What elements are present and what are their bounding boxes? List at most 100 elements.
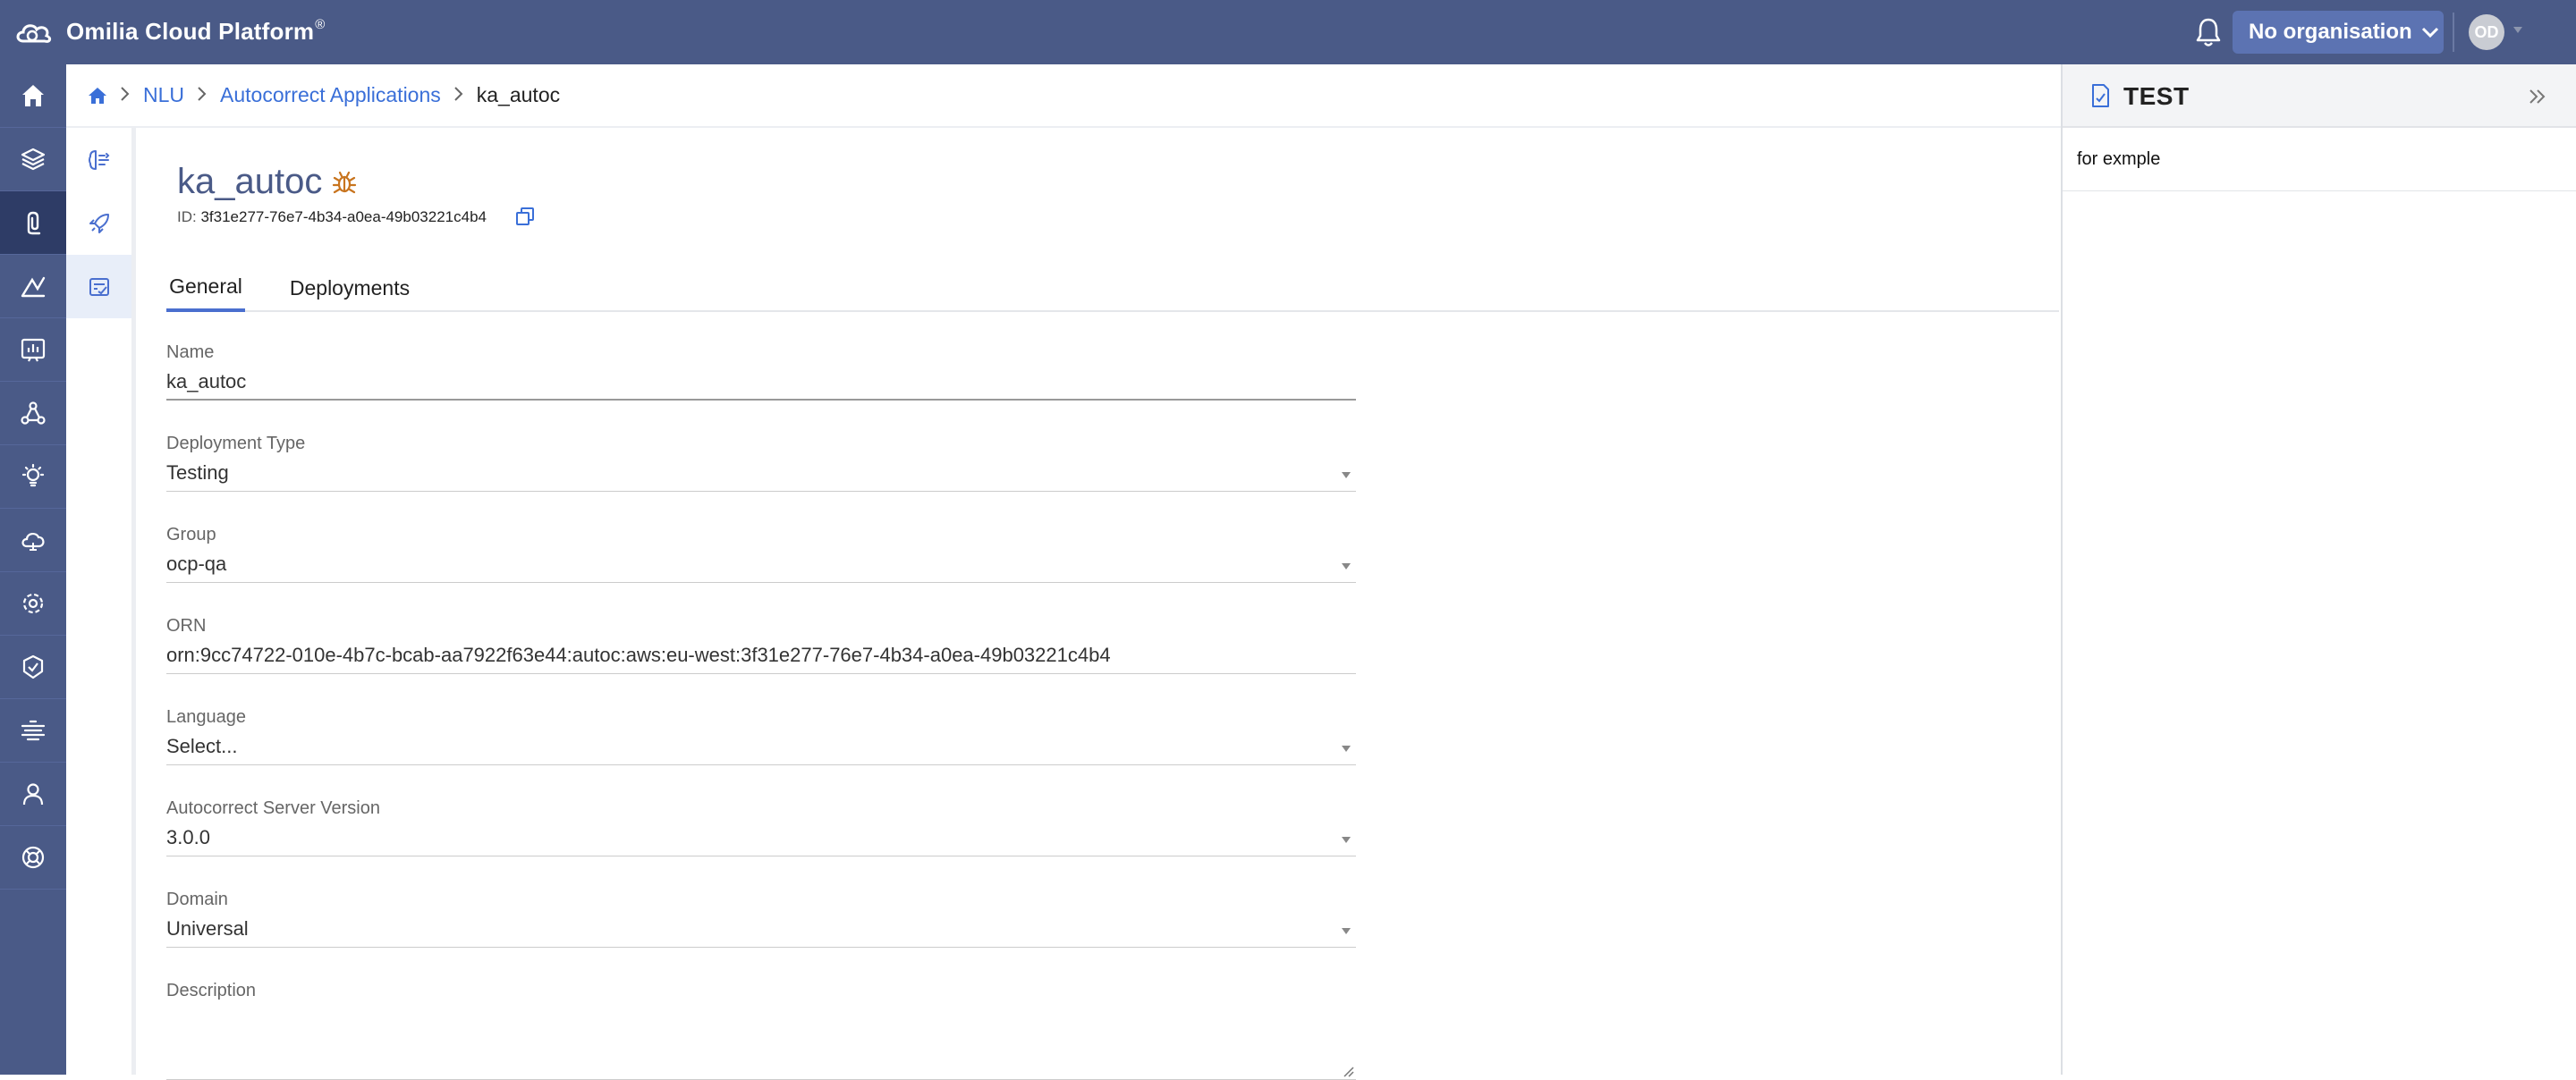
- domain-field: Domain Universal: [166, 890, 1356, 948]
- test-document-icon: [2092, 84, 2109, 107]
- dropdown-caret-icon: [1342, 472, 1351, 478]
- group-select[interactable]: ocp-qa: [166, 553, 1356, 583]
- subnav-item-deployments[interactable]: [66, 191, 131, 255]
- support-icon: [21, 846, 45, 869]
- top-bar: Omilia Cloud Platform® No organisation O…: [0, 0, 2576, 64]
- autocorrect-icon: [89, 277, 109, 296]
- name-input[interactable]: ka_autoc: [166, 370, 1356, 401]
- sidebar-item-nlu[interactable]: [0, 191, 66, 255]
- sidebar-item-user[interactable]: [0, 763, 66, 826]
- server-version-select[interactable]: 3.0.0: [166, 826, 1356, 856]
- dropdown-caret-icon: [1342, 928, 1351, 934]
- sidebar-item-settings[interactable]: [0, 572, 66, 636]
- reports-icon: [21, 338, 46, 362]
- description-textarea[interactable]: [166, 1008, 1356, 1080]
- id-label: ID:: [177, 208, 197, 225]
- name-label: Name: [166, 342, 215, 362]
- sidebar-item-security[interactable]: [0, 636, 66, 699]
- dropdown-caret-icon: [1342, 746, 1351, 752]
- orn-value: orn:9cc74722-010e-4b7c-bcab-aa7922f63e44…: [166, 644, 1356, 674]
- chevron-right-icon: [453, 83, 464, 107]
- page-title: ka_autoc: [177, 162, 323, 201]
- group-label: Group: [166, 525, 216, 544]
- test-panel-title: TEST: [2123, 82, 2190, 110]
- tab-general[interactable]: General: [166, 264, 245, 312]
- settings-icon: [22, 593, 44, 614]
- collapse-panel-icon[interactable]: [2528, 88, 2547, 105]
- breadcrumb-link-nlu[interactable]: NLU: [143, 83, 184, 107]
- orn-field: ORN orn:9cc74722-010e-4b7c-bcab-aa7922f6…: [166, 616, 1356, 674]
- avatar[interactable]: OD: [2469, 14, 2504, 50]
- description-field: Description: [166, 981, 1356, 1080]
- domain-value: Universal: [166, 917, 249, 940]
- breadcrumb: NLU Autocorrect Applications ka_autoc: [66, 64, 2061, 128]
- cloud-icon: [21, 533, 45, 551]
- test-panel: TEST for exmple: [2061, 64, 2576, 1075]
- app-id-row: ID: 3f31e277-76e7-4b34-a0ea-49b03221c4b4: [177, 208, 487, 226]
- divider: [2453, 13, 2454, 52]
- layers-icon: [21, 148, 46, 171]
- description-label: Description: [166, 981, 257, 1000]
- name-field: Name ka_autoc: [166, 342, 1356, 401]
- server-version-value: 3.0.0: [166, 826, 210, 848]
- main-sidebar: [0, 64, 66, 1075]
- dropdown-caret-icon: [1342, 563, 1351, 570]
- chevron-right-icon: [120, 83, 131, 107]
- home-icon[interactable]: [88, 87, 107, 105]
- breadcrumb-link-autocorrect-applications[interactable]: Autocorrect Applications: [220, 83, 441, 107]
- chevron-down-icon: [2421, 27, 2438, 38]
- security-icon: [22, 654, 44, 679]
- analytics-icon: [21, 276, 46, 298]
- domain-label: Domain: [166, 890, 228, 909]
- app-title[interactable]: Omilia Cloud Platform®: [66, 17, 326, 46]
- deployment-type-select[interactable]: Testing: [166, 461, 1356, 492]
- sidebar-item-integrations[interactable]: [0, 382, 66, 445]
- sidebar-item-support[interactable]: [0, 826, 66, 890]
- chevron-right-icon: [197, 83, 208, 107]
- insights-icon: [21, 463, 45, 487]
- sidebar-item-speech[interactable]: [0, 699, 66, 763]
- tab-bar: General Deployments: [166, 264, 2059, 312]
- nlu-icon: [27, 211, 41, 235]
- bug-icon: [332, 171, 357, 194]
- cloud-logo-icon[interactable]: [13, 14, 54, 50]
- language-placeholder: Select...: [166, 735, 238, 757]
- sidebar-item-analytics[interactable]: [0, 255, 66, 318]
- notifications-bell-icon[interactable]: [2193, 16, 2224, 48]
- subnav-item-autocorrect[interactable]: [66, 255, 131, 318]
- speech-icon: [21, 720, 46, 741]
- subnav-item-nlu-models[interactable]: [66, 128, 131, 191]
- deployment-type-label: Deployment Type: [166, 434, 306, 453]
- registered-mark: ®: [315, 17, 326, 33]
- test-input[interactable]: for exmple: [2063, 129, 2576, 191]
- domain-select[interactable]: Universal: [166, 917, 1356, 948]
- id-value: 3f31e277-76e7-4b34-a0ea-49b03221c4b4: [200, 208, 487, 225]
- language-field: Language Select...: [166, 707, 1356, 765]
- sidebar-item-layers[interactable]: [0, 128, 66, 191]
- deployment-type-value: Testing: [166, 461, 229, 484]
- user-icon: [22, 783, 44, 806]
- deployment-type-field: Deployment Type Testing: [166, 434, 1356, 492]
- language-select[interactable]: Select...: [166, 735, 1356, 765]
- orn-label: ORN: [166, 616, 207, 636]
- organisation-dropdown-button[interactable]: No organisation: [2233, 11, 2444, 54]
- group-field: Group ocp-qa: [166, 525, 1356, 583]
- sub-navigation: [66, 128, 136, 1075]
- resize-handle-icon[interactable]: [1342, 1065, 1354, 1077]
- group-value: ocp-qa: [166, 553, 227, 575]
- home-icon: [22, 85, 44, 106]
- sidebar-item-cloud[interactable]: [0, 509, 66, 572]
- language-label: Language: [166, 707, 246, 727]
- dropdown-caret-icon: [1342, 837, 1351, 843]
- sidebar-item-reports[interactable]: [0, 318, 66, 382]
- main-content: ka_autoc ID: 3f31e277-76e7-4b34-a0ea-49b…: [136, 130, 2059, 1080]
- copy-icon[interactable]: [515, 207, 535, 226]
- sidebar-item-insights[interactable]: [0, 445, 66, 509]
- organisation-label: No organisation: [2249, 20, 2412, 44]
- brain-icon: [88, 149, 109, 170]
- sidebar-item-home[interactable]: [0, 64, 66, 128]
- avatar-caret-icon[interactable]: [2513, 27, 2522, 33]
- integrations-icon: [21, 401, 46, 425]
- rocket-icon: [89, 213, 109, 233]
- tab-deployments[interactable]: Deployments: [284, 264, 415, 312]
